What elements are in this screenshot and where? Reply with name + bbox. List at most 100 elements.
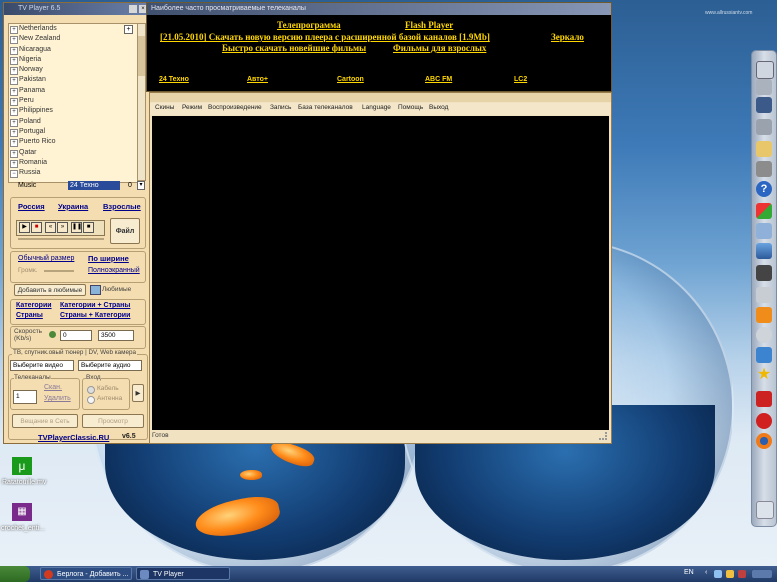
link-normal-size[interactable]: Обычный размер [18,255,74,262]
expand-icon[interactable]: + [10,36,18,45]
expand-icon[interactable]: + [10,56,18,65]
view-button[interactable]: Просмотр [82,414,144,428]
expand-icon[interactable]: + [10,128,18,137]
disc-icon[interactable] [756,327,772,343]
chevron-down-icon[interactable]: ▾ [137,181,145,190]
flash-player-link[interactable]: Flash Player [405,20,453,30]
list-item[interactable]: + Poland [9,117,137,127]
expand-icon[interactable]: + [10,149,18,158]
tools-icon[interactable] [756,161,772,177]
expand-icon[interactable]: + [10,159,18,168]
printer-icon[interactable] [756,79,772,95]
list-item[interactable]: + Netherlands [9,24,137,34]
list-item[interactable]: + Peru [9,96,137,107]
pause-icon[interactable]: ❚❚ [71,222,82,233]
site-link[interactable]: TVPlayerClassic.RU [38,433,109,442]
list-item[interactable]: + New Zealand [9,34,137,45]
tray-icon-1[interactable] [714,570,722,578]
expand-icon[interactable]: + [10,26,18,34]
list-item[interactable]: + Qatar [9,148,137,158]
link-categories-countries[interactable]: Категории + Страны [60,302,130,309]
list-item[interactable]: + Nigeria [9,55,137,65]
forward-icon[interactable]: » [57,222,68,233]
movies-link[interactable]: Быстро скачать новейшие фильмы [222,43,366,53]
link-adult[interactable]: Взрослые [103,202,141,211]
menu-help[interactable]: Помощь [398,104,423,111]
expand-icon[interactable]: + [10,67,18,76]
play-icon[interactable]: ▶ [19,222,30,233]
network-icon[interactable] [756,223,772,239]
link-countries-categories[interactable]: Страны + Категории [60,312,130,319]
list-item[interactable]: + Nicaragua [9,45,137,55]
expand-icon[interactable]: + [10,98,18,107]
minimize-icon[interactable] [129,5,137,13]
stop-icon[interactable]: ■ [31,222,42,233]
list-item[interactable]: + Portugal [9,127,137,137]
list-item[interactable]: + Pakistan [9,75,137,86]
expand-icon[interactable]: + [10,139,18,148]
taskbar-item-1[interactable]: Берлога - Добавить ... [40,567,132,580]
list-item[interactable]: + Romania [9,158,137,168]
resize-grip-icon[interactable] [599,432,607,440]
favorites-label[interactable]: Любимые [102,286,131,293]
channel-link-5[interactable]: LC2 [514,76,527,83]
panel-icon[interactable] [756,347,772,363]
link-fullscreen[interactable]: Полноэкранный [88,267,140,274]
add-favorite-button[interactable]: Добавить в любимые [14,284,86,296]
taskbar-item-2[interactable]: TV Player [136,567,230,580]
tray-icon-2[interactable] [726,570,734,578]
clock[interactable] [752,570,772,578]
expand-icon[interactable]: + [10,118,18,127]
speed-min-input[interactable]: 0 [60,330,92,341]
list-item[interactable]: − Russia [9,168,137,179]
menu-exit[interactable]: Выход [429,104,448,111]
channel-link-3[interactable]: Cartoon [337,76,364,83]
language-indicator[interactable]: EN [684,569,694,576]
list-add-button[interactable]: + [124,25,133,34]
opera-icon[interactable] [756,413,772,429]
drive-icon[interactable] [756,119,772,135]
seek-slider[interactable] [18,238,104,240]
file-button[interactable]: Файл [110,218,140,244]
help-icon[interactable]: ? [756,181,772,197]
antenna-radio[interactable] [87,396,95,404]
cable-radio[interactable] [87,386,95,394]
menu-channel-db[interactable]: База телеканалов [298,104,353,111]
camera-icon[interactable] [756,265,772,281]
landscape-icon[interactable] [756,243,772,259]
adult-movies-link[interactable]: Фильмы для взрослых [393,43,486,53]
broadcast-button[interactable]: Вещание в Сеть [12,414,78,428]
tv-program-link[interactable]: Телепрограмма [277,20,341,30]
folder-icon[interactable] [756,141,772,157]
list-item[interactable]: + Norway [9,65,137,76]
scanner-icon[interactable] [756,287,772,303]
firefox-icon[interactable] [756,433,772,449]
list-item[interactable]: + Philippines [9,106,137,117]
monitor-icon[interactable] [756,97,772,113]
menu-mode[interactable]: Режим [182,104,202,111]
tray-icon-3[interactable] [738,570,746,578]
collapse-icon[interactable]: − [10,170,18,179]
country-tree-list[interactable]: + Netherlands + New Zealand + Nicaragua + Ni… [8,23,138,183]
tuner-go-button[interactable]: ▶ [132,384,144,402]
star-icon[interactable]: ★ [756,367,772,383]
channel-link-2[interactable]: Авто+ [247,76,268,83]
link-fit-width[interactable]: По ширине [88,254,129,263]
desktop-icon-1[interactable]: μ [12,457,32,475]
menu-skins[interactable]: Скины [155,104,174,111]
computer-icon[interactable] [756,61,774,79]
tray-arrow-icon[interactable]: ‹ [705,569,707,576]
shield-icon[interactable] [756,391,772,407]
delete-link[interactable]: Удалить [44,395,71,402]
link-russia[interactable]: Россия [18,202,45,211]
apps-icon[interactable] [756,203,772,219]
link-categories[interactable]: Категории [16,302,52,309]
channel-link-1[interactable]: 24 Техно [159,76,189,83]
scroll-thumb[interactable] [138,36,145,76]
menu-language[interactable]: Language [362,104,391,111]
expand-icon[interactable]: + [10,87,18,96]
link-ukraine[interactable]: Украина [58,202,88,211]
record-icon[interactable]: ■ [83,222,94,233]
download-player-link[interactable]: [21.05.2010] Скачать новую версию плеера… [160,32,490,42]
selected-channel[interactable]: 24 Техно [68,181,120,190]
